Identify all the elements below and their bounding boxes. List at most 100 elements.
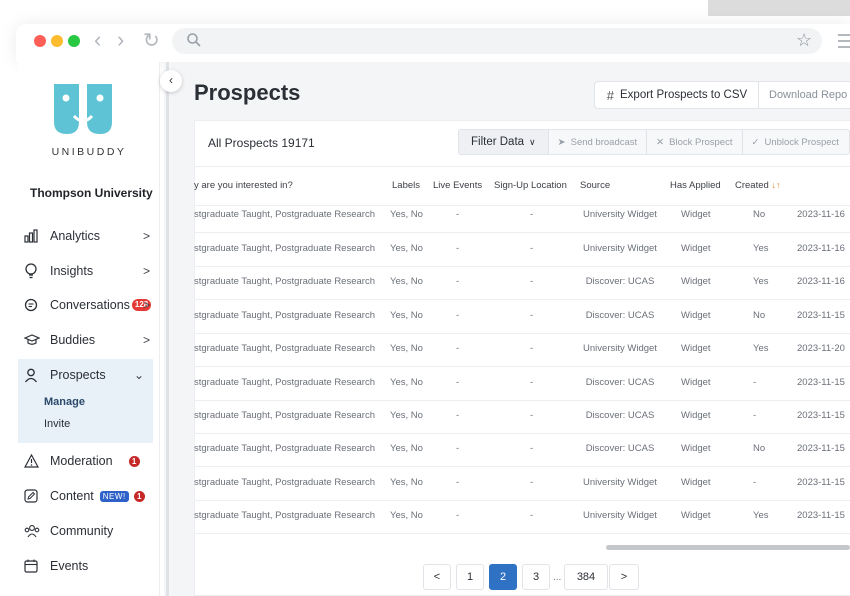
- browser-reload-icon[interactable]: ↻: [143, 29, 160, 53]
- sidebar-item-buddies[interactable]: Buddies >: [18, 325, 160, 355]
- column-header-created[interactable]: Created ↓↑: [735, 180, 780, 191]
- cell-has-applied: Widget: [681, 310, 711, 321]
- cell-source: Discover: UCAS: [585, 410, 655, 421]
- sidebar-item-conversations[interactable]: Conversations 128 >: [18, 290, 160, 320]
- window-maximize-button[interactable]: [68, 35, 80, 47]
- cell-has-applied: Widget: [681, 510, 711, 521]
- cell-source: University Widget: [583, 477, 657, 488]
- sidebar-item-prospects[interactable]: Prospects ⌄: [18, 360, 160, 390]
- cell-applied-status: Yes: [753, 510, 769, 521]
- browser-menu-icon[interactable]: [838, 34, 850, 52]
- cell-has-applied: Widget: [681, 343, 711, 354]
- app-page: ‹ › ↻ ☆ UNIBUDDY Thompson University Ana…: [0, 0, 850, 596]
- calendar-icon: [24, 558, 44, 574]
- horizontal-scrollbar[interactable]: [606, 545, 850, 550]
- chevron-right-icon: >: [142, 264, 150, 278]
- cell-live-events: -: [456, 209, 460, 220]
- pagination-prev-button[interactable]: <: [423, 564, 451, 590]
- cell-created: 2023-11-15: [797, 377, 845, 388]
- address-bar[interactable]: [172, 28, 822, 54]
- cell-applied-status: Yes: [753, 276, 769, 287]
- warning-icon: [24, 453, 44, 469]
- browser-back-icon[interactable]: ‹: [94, 28, 101, 52]
- sidebar-item-moderation[interactable]: Moderation 1: [18, 446, 160, 476]
- cell-applied-status: Yes: [753, 243, 769, 254]
- pagination-page-button[interactable]: 3: [522, 564, 550, 590]
- sidebar-scrollbar[interactable]: [166, 62, 169, 596]
- cell-interest: stgraduate Taught, Postgraduate Research: [194, 310, 375, 321]
- cell-interest: stgraduate Taught, Postgraduate Research: [194, 343, 375, 354]
- bookmark-star-icon[interactable]: ☆: [796, 31, 812, 49]
- hash-icon: #: [606, 87, 615, 103]
- search-icon: [187, 33, 201, 47]
- sidebar-item-label: Buddies: [50, 333, 96, 347]
- sidebar-subitem-invite[interactable]: Invite: [44, 418, 70, 430]
- chevron-down-icon: ⌄: [133, 368, 144, 382]
- sidebar-item-label: Moderation: [50, 454, 113, 468]
- unblock-prospect-button[interactable]: ✓ Unblock Prospect: [743, 130, 848, 154]
- close-icon: ✕: [656, 136, 665, 148]
- sidebar-item-content[interactable]: Content NEW! 1: [18, 481, 160, 511]
- pagination-last-page-button[interactable]: 384: [564, 564, 608, 590]
- column-header-has-applied[interactable]: Has Applied: [670, 180, 721, 191]
- chevron-right-icon: >: [142, 333, 150, 347]
- background-strip: [708, 0, 850, 16]
- brand-name: UNIBUDDY: [51, 146, 127, 158]
- cell-labels: Yes, No: [390, 443, 423, 454]
- browser-forward-icon[interactable]: ›: [117, 28, 124, 52]
- cell-live-events: -: [456, 510, 460, 521]
- edit-icon: [24, 488, 44, 504]
- cell-source: Discover: UCAS: [585, 443, 655, 454]
- cell-signup-location: -: [530, 477, 534, 488]
- cell-signup-location: -: [530, 209, 534, 220]
- export-csv-label: Export Prospects to CSV: [620, 89, 748, 101]
- person-icon: [24, 367, 44, 383]
- cell-labels: Yes, No: [390, 276, 423, 287]
- cell-live-events: -: [456, 443, 460, 454]
- cell-source: Discover: UCAS: [585, 310, 655, 321]
- download-report-button[interactable]: Download Repo: [758, 81, 850, 109]
- filter-data-button[interactable]: Filter Data ∨: [459, 130, 549, 154]
- sidebar-item-community[interactable]: Community: [18, 516, 160, 546]
- column-header-live-events[interactable]: Live Events: [433, 180, 482, 191]
- cell-signup-location: -: [530, 443, 534, 454]
- sidebar-item-analytics[interactable]: Analytics >: [18, 221, 160, 251]
- cell-created: 2023-11-15: [797, 410, 845, 421]
- filter-data-label: Filter Data: [471, 136, 525, 148]
- column-header-signup-location[interactable]: Sign-Up Location: [494, 180, 567, 191]
- chat-bubble-icon: [24, 297, 44, 313]
- cell-live-events: -: [456, 343, 460, 354]
- window-minimize-button[interactable]: [51, 35, 63, 47]
- collapse-sidebar-button[interactable]: ‹: [160, 70, 182, 92]
- cell-applied-status: Yes: [753, 343, 769, 354]
- cell-has-applied: Widget: [681, 243, 711, 254]
- window-close-button[interactable]: [34, 35, 46, 47]
- block-prospect-button[interactable]: ✕ Block Prospect: [647, 130, 743, 154]
- cell-created: 2023-11-16: [797, 276, 845, 287]
- cell-source: University Widget: [583, 243, 657, 254]
- pagination-page-button-active[interactable]: 2: [489, 564, 517, 590]
- sidebar-item-insights[interactable]: Insights >: [18, 256, 160, 286]
- cell-has-applied: Widget: [681, 443, 711, 454]
- column-header-source[interactable]: Source: [580, 180, 610, 191]
- pagination-page-button[interactable]: 1: [456, 564, 484, 590]
- chevron-right-icon: >: [142, 298, 150, 312]
- sidebar-item-label: Events: [50, 559, 89, 573]
- sidebar-item-label: Prospects: [50, 368, 106, 382]
- block-prospect-label: Block Prospect: [669, 136, 733, 148]
- cell-applied-status: No: [753, 443, 766, 454]
- cell-labels: Yes, No: [390, 343, 423, 354]
- cell-interest: stgraduate Taught, Postgraduate Research: [194, 377, 375, 388]
- pagination-next-button[interactable]: >: [609, 564, 639, 590]
- column-header-labels[interactable]: Labels: [392, 180, 420, 191]
- sidebar-subitem-manage[interactable]: Manage: [44, 396, 85, 408]
- graduation-cap-icon: [24, 332, 44, 348]
- cell-signup-location: -: [530, 243, 534, 254]
- send-broadcast-button[interactable]: ➤ Send broadcast: [549, 130, 648, 154]
- sidebar-item-events[interactable]: Events: [18, 551, 160, 581]
- export-csv-button[interactable]: # Export Prospects to CSV: [594, 81, 760, 109]
- cell-applied-status: No: [753, 209, 766, 220]
- cell-live-events: -: [456, 310, 460, 321]
- content-alert-badge: 1: [133, 490, 145, 502]
- column-header-interest[interactable]: y are you interested in?: [194, 180, 293, 191]
